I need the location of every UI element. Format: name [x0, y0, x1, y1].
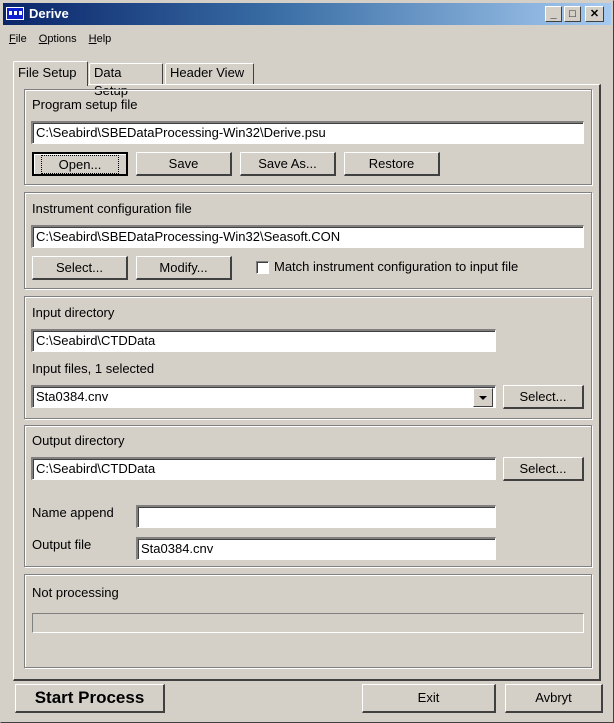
dropdown-arrow-icon[interactable] — [473, 388, 493, 407]
minimize-button[interactable]: _ — [545, 6, 562, 22]
input-directory-input[interactable]: C:\Seabird\CTDData — [31, 329, 496, 352]
modify-button[interactable]: Modify... — [136, 256, 232, 280]
status-text: Not processing — [32, 585, 119, 600]
match-config-label[interactable]: Match instrument configuration to input … — [274, 259, 518, 274]
input-select-button[interactable]: Select... — [503, 385, 584, 409]
menu-help-rest: elp — [96, 33, 112, 45]
restore-button[interactable]: Restore — [344, 152, 440, 176]
instrument-select-button[interactable]: Select... — [32, 256, 128, 280]
tab-header-view[interactable]: Header View — [165, 63, 254, 85]
name-append-input[interactable] — [136, 505, 496, 528]
open-button-label: Open... — [40, 155, 120, 174]
app-icon — [6, 7, 24, 20]
match-config-checkbox[interactable] — [256, 261, 269, 274]
input-files-label: Input files, 1 selected — [32, 361, 155, 376]
menu-file-rest: ile — [15, 33, 27, 45]
maximize-button[interactable]: □ — [564, 6, 581, 22]
menu-options[interactable]: Options — [39, 29, 77, 49]
menu-bar: File Options Help — [5, 29, 119, 49]
cancel-button[interactable]: Avbryt — [505, 684, 603, 713]
output-select-button[interactable]: Select... — [503, 457, 584, 481]
program-setup-path-input[interactable]: C:\Seabird\SBEDataProcessing-Win32\Deriv… — [31, 121, 584, 144]
tab-file-setup[interactable]: File Setup — [13, 61, 88, 86]
window-title: Derive — [29, 6, 69, 21]
output-directory-input[interactable]: C:\Seabird\CTDData — [31, 457, 496, 480]
program-setup-label: Program setup file — [32, 97, 138, 112]
name-append-label: Name append — [32, 505, 114, 520]
input-files-combobox[interactable]: Sta0384.cnv — [31, 385, 496, 408]
progress-bar — [32, 613, 584, 633]
tab-data-setup[interactable]: Data Setup — [89, 63, 163, 98]
instrument-config-path-input[interactable]: C:\Seabird\SBEDataProcessing-Win32\Seaso… — [31, 225, 584, 248]
save-button[interactable]: Save — [136, 152, 232, 176]
close-button[interactable]: ✕ — [585, 6, 604, 22]
save-as-button[interactable]: Save As... — [240, 152, 336, 176]
output-directory-label: Output directory — [32, 433, 125, 448]
start-process-button[interactable]: Start Process — [15, 684, 165, 713]
menu-options-rest: ptions — [47, 33, 77, 45]
derive-window: Derive _ □ ✕ File Options Help File Setup … — [0, 0, 614, 723]
output-file-label: Output file — [32, 537, 92, 552]
input-directory-label: Input directory — [32, 305, 115, 320]
instrument-config-label: Instrument configuration file — [32, 201, 192, 216]
menu-file[interactable]: File — [9, 29, 27, 49]
exit-button[interactable]: Exit — [362, 684, 496, 713]
output-file-input[interactable]: Sta0384.cnv — [136, 537, 496, 560]
title-bar[interactable]: Derive _ □ ✕ — [3, 3, 611, 25]
open-button[interactable]: Open... — [32, 152, 128, 176]
menu-help[interactable]: Help — [89, 29, 112, 49]
